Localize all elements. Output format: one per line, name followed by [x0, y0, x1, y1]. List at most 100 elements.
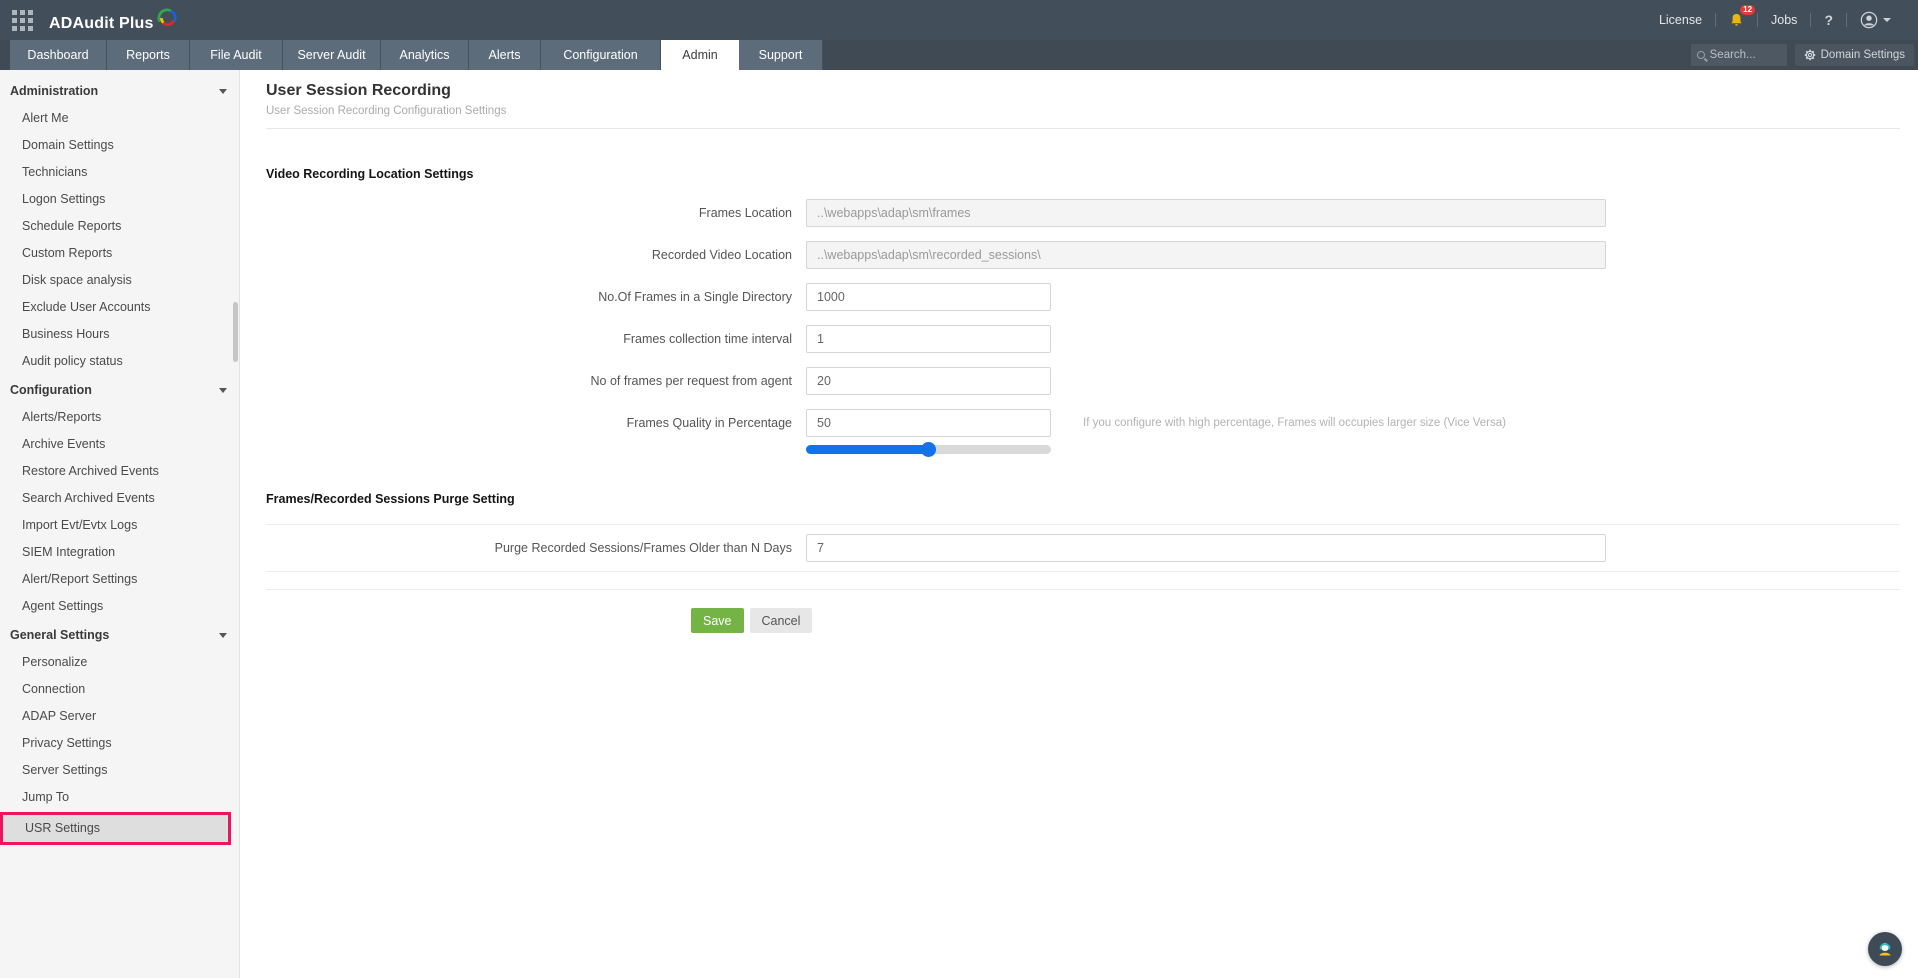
notification-badge: 12 — [1740, 5, 1756, 15]
chevron-down-icon — [219, 632, 227, 638]
main-nav-tabbar: Dashboard Reports File Audit Server Audi… — [0, 40, 1918, 70]
sidebar-item-disk-space-analysis[interactable]: Disk space analysis — [0, 267, 239, 294]
form-row-frames-location: Frames Location — [266, 199, 1900, 227]
license-label: License — [1658, 13, 1703, 27]
sidebar-item-technicians[interactable]: Technicians — [0, 159, 239, 186]
form-row-purge-days: Purge Recorded Sessions/Frames Older tha… — [266, 525, 1900, 572]
frames-quality-control — [806, 409, 1051, 457]
adaudit-plus-logo[interactable]: ADAudit Plus — [49, 7, 178, 33]
sidebar-item-custom-reports[interactable]: Custom Reports — [0, 240, 239, 267]
sidebar-item-exclude-user-accounts[interactable]: Exclude User Accounts — [0, 294, 239, 321]
sidebar-scrollbar[interactable] — [233, 302, 238, 362]
frames-quality-input[interactable] — [806, 409, 1051, 437]
tab-reports[interactable]: Reports — [107, 40, 190, 70]
search-icon — [1696, 51, 1705, 59]
tab-server-audit[interactable]: Server Audit — [283, 40, 381, 70]
frames-location-label: Frames Location — [698, 206, 792, 220]
sidebar-item-archive-events[interactable]: Archive Events — [0, 431, 239, 458]
tab-analytics[interactable]: Analytics — [381, 40, 469, 70]
gear-icon — [1804, 49, 1815, 61]
sidebar-item-search-archived-events[interactable]: Search Archived Events — [0, 485, 239, 512]
tab-dashboard[interactable]: Dashboard — [10, 40, 107, 70]
sidebar-item-alerts-reports[interactable]: Alerts/Reports — [0, 404, 239, 431]
user-account-menu[interactable] — [1847, 11, 1904, 29]
sidebar-item-server-settings[interactable]: Server Settings — [0, 757, 239, 784]
tab-file-audit[interactable]: File Audit — [190, 40, 283, 70]
section-video-recording-settings: Video Recording Location Settings — [266, 167, 474, 181]
section-title: Configuration — [10, 383, 92, 397]
section-title: General Settings — [10, 628, 110, 642]
sidebar-item-domain-settings[interactable]: Domain Settings — [0, 132, 239, 159]
license-link[interactable]: License — [1646, 13, 1715, 27]
section-purge-settings: Frames/Recorded Sessions Purge Setting — [266, 492, 515, 506]
frames-per-directory-label: No.Of Frames in a Single Directory — [598, 290, 792, 304]
form-row-collection-interval: Frames collection time interval — [266, 325, 1900, 353]
sidebar-item-business-hours[interactable]: Business Hours — [0, 321, 239, 348]
sidebar-item-restore-archived-events[interactable]: Restore Archived Events — [0, 458, 239, 485]
video-settings-form: Frames Location Recorded Video Location … — [266, 199, 1900, 457]
sidebar-item-connection[interactable]: Connection — [0, 676, 239, 703]
frames-location-input — [806, 199, 1606, 227]
logo-text: ADAudit Plus — [49, 15, 154, 32]
sidebar-section-general-settings[interactable]: General Settings — [0, 620, 239, 649]
sidebar-item-siem-integration[interactable]: SIEM Integration — [0, 539, 239, 566]
notifications-button[interactable]: 12 — [1716, 5, 1757, 28]
sidebar-section-administration[interactable]: Administration — [0, 76, 239, 105]
sidebar-item-privacy-settings[interactable]: Privacy Settings — [0, 730, 239, 757]
recorded-video-location-label: Recorded Video Location — [651, 248, 792, 262]
frames-per-request-input[interactable] — [806, 367, 1051, 395]
purge-days-input[interactable] — [806, 534, 1606, 562]
user-avatar-icon — [1860, 11, 1878, 29]
purge-settings-block: Purge Recorded Sessions/Frames Older tha… — [266, 524, 1900, 590]
frames-quality-label: Frames Quality in Percentage — [626, 416, 792, 430]
sidebar-item-personalize[interactable]: Personalize — [0, 649, 239, 676]
sidebar-item-usr-settings[interactable]: USR Settings — [3, 815, 228, 842]
quality-slider[interactable] — [806, 442, 1051, 457]
recorded-video-location-input — [806, 241, 1606, 269]
frames-per-directory-input[interactable] — [806, 283, 1051, 311]
page-title: User Session Recording — [266, 82, 451, 99]
app-grid-icon[interactable] — [12, 9, 33, 31]
sidebar-item-alert-report-settings[interactable]: Alert/Report Settings — [0, 566, 239, 593]
tab-alerts[interactable]: Alerts — [469, 40, 541, 70]
quality-slider-fill — [806, 442, 936, 457]
admin-sidebar: Administration Alert Me Domain Settings … — [0, 70, 240, 978]
collection-interval-input[interactable] — [806, 325, 1051, 353]
support-chat-button[interactable] — [1868, 932, 1902, 966]
jobs-link[interactable]: Jobs — [1758, 13, 1810, 27]
sidebar-item-adap-server[interactable]: ADAP Server — [0, 703, 239, 730]
form-row-frames-per-directory: No.Of Frames in a Single Directory — [266, 283, 1900, 311]
sidebar-item-logon-settings[interactable]: Logon Settings — [0, 186, 239, 213]
domain-settings-button[interactable]: Domain Settings — [1794, 44, 1914, 66]
form-actions: Save Cancel — [266, 608, 1900, 633]
logo-swirl-icon — [157, 8, 177, 26]
quality-slider-thumb[interactable] — [920, 442, 936, 457]
header-right-menu: License 12 Jobs ? — [1646, 5, 1904, 29]
sidebar-section-configuration[interactable]: Configuration — [0, 375, 239, 404]
tab-support[interactable]: Support — [739, 40, 823, 70]
sidebar-item-schedule-reports[interactable]: Schedule Reports — [0, 213, 239, 240]
collection-interval-label: Frames collection time interval — [623, 332, 792, 346]
search-placeholder: Search... — [1709, 49, 1756, 61]
help-button[interactable]: ? — [1811, 12, 1846, 28]
form-row-recorded-video-location: Recorded Video Location — [266, 241, 1900, 269]
page-subtitle: User Session Recording Configuration Set… — [266, 105, 507, 117]
chevron-down-icon — [219, 387, 227, 393]
tab-configuration[interactable]: Configuration — [541, 40, 661, 70]
search-input[interactable]: Search... — [1690, 44, 1787, 66]
main-content: User Session Recording User Session Reco… — [240, 70, 1918, 978]
sidebar-item-audit-policy-status[interactable]: Audit policy status — [0, 348, 239, 375]
form-row-frames-per-request: No of frames per request from agent — [266, 367, 1900, 395]
sidebar-item-import-evt-evtx-logs[interactable]: Import Evt/Evtx Logs — [0, 512, 239, 539]
purge-spacer-row — [266, 572, 1900, 590]
sidebar-item-jump-to[interactable]: Jump To — [0, 784, 239, 811]
save-button[interactable]: Save — [691, 608, 744, 633]
sidebar-item-agent-settings[interactable]: Agent Settings — [0, 593, 239, 620]
support-agent-icon — [1879, 943, 1891, 956]
tab-admin[interactable]: Admin — [661, 40, 739, 70]
chevron-down-icon — [219, 88, 227, 94]
section-title: Administration — [10, 84, 99, 98]
title-divider — [266, 128, 1900, 129]
cancel-button[interactable]: Cancel — [749, 608, 813, 633]
sidebar-item-alert-me[interactable]: Alert Me — [0, 105, 239, 132]
